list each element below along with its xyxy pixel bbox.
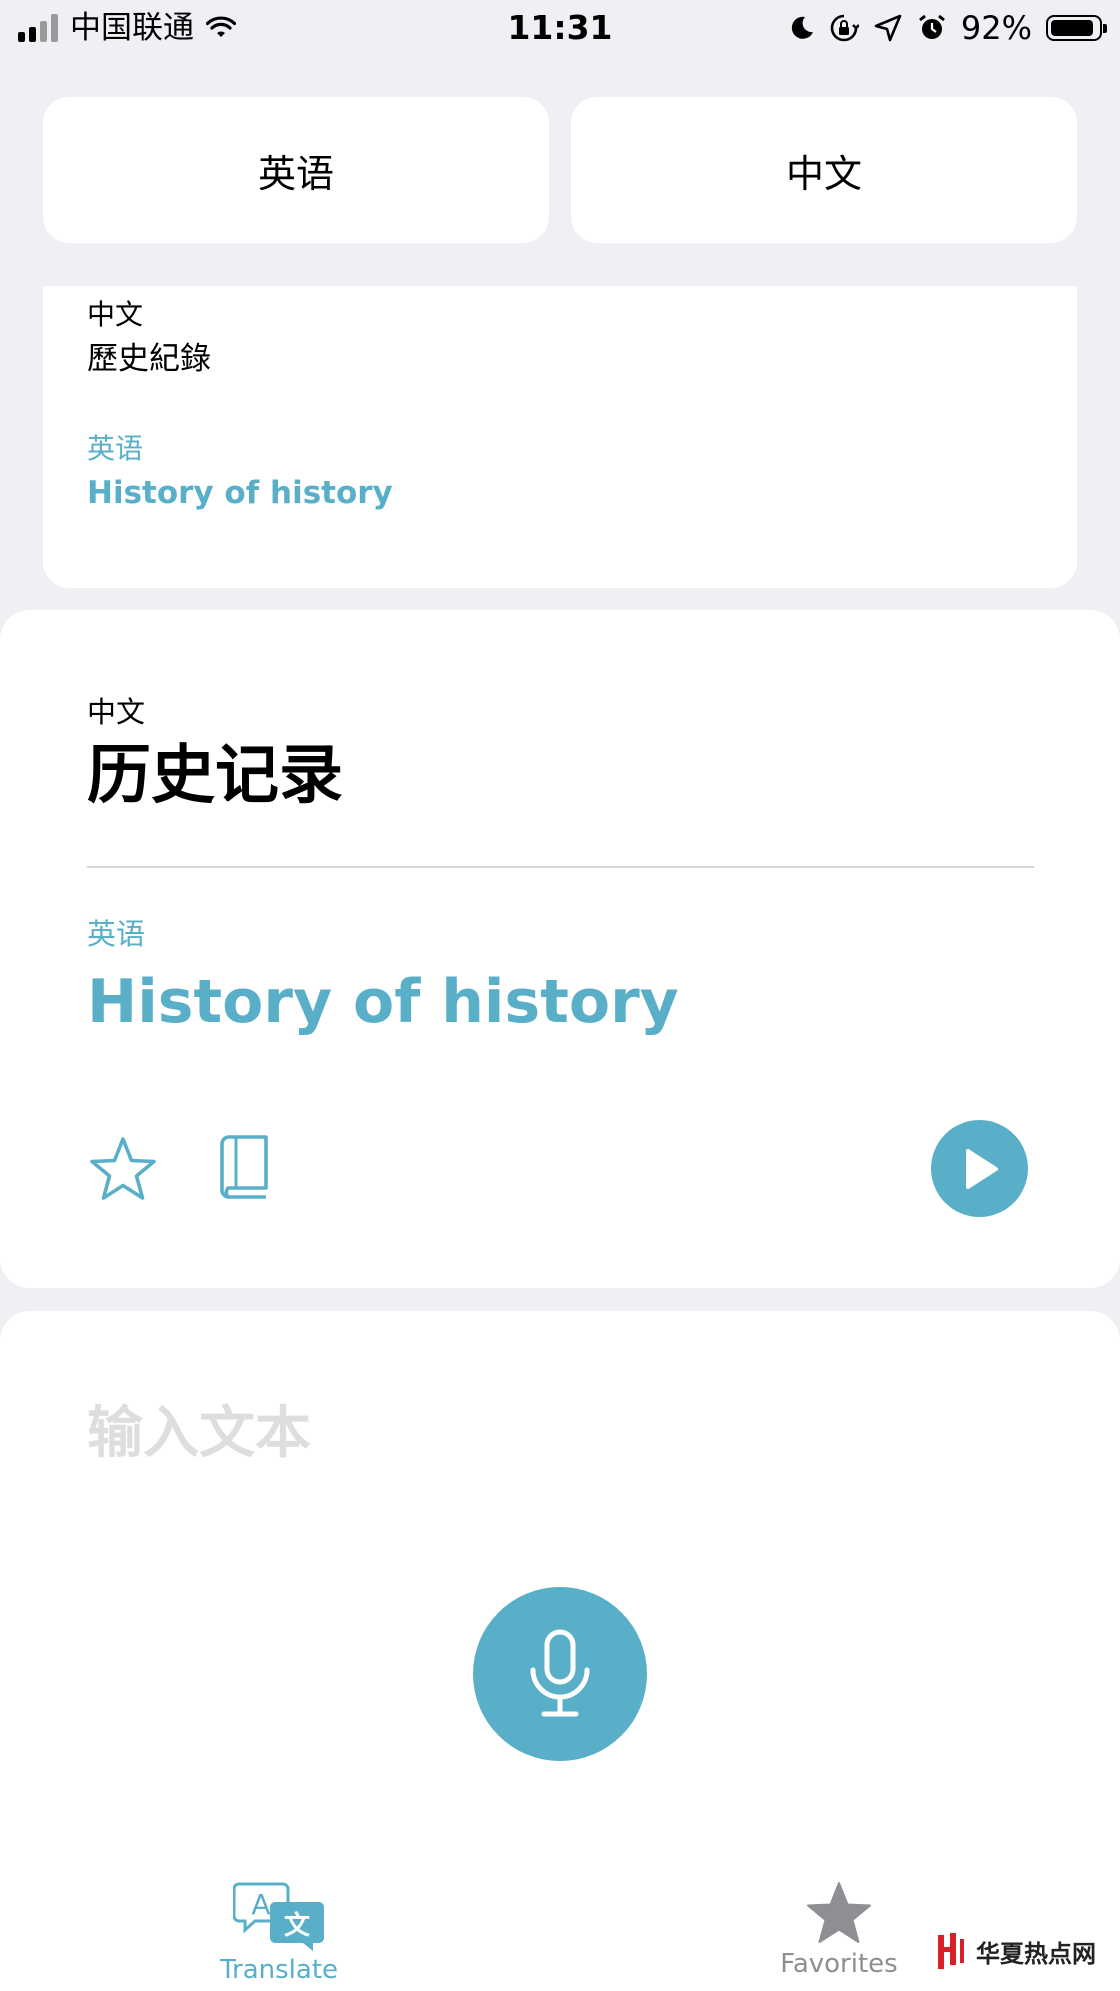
battery-icon: [1046, 15, 1107, 41]
moon-icon: [791, 16, 813, 39]
text-input[interactable]: [87, 1393, 1027, 1473]
result-target-label: 英语: [87, 917, 146, 951]
play-audio-button[interactable]: [931, 1120, 1028, 1217]
target-language-button[interactable]: 中文: [571, 97, 1077, 243]
microphone-button[interactable]: [473, 1587, 647, 1761]
tab-translate-label: Translate: [219, 1955, 339, 1985]
tab-translate[interactable]: A 文 Translate: [179, 1880, 379, 1988]
svg-text:文: 文: [284, 1910, 311, 1941]
history-item[interactable]: 中文 歷史紀錄 英语 History of history: [43, 286, 1077, 588]
history-target-label: 英语: [87, 432, 144, 465]
favorite-star-button[interactable]: [88, 1136, 158, 1206]
star-filled-icon: [807, 1882, 871, 1943]
microphone-icon: [530, 1629, 590, 1717]
result-target-text: History of history: [87, 967, 679, 1037]
result-source-text: 历史记录: [87, 739, 343, 813]
svg-text:A: A: [251, 1888, 270, 1921]
divider: [87, 866, 1034, 868]
history-target-text: History of history: [87, 475, 393, 511]
status-bar: 中国联通 11:31 92%: [0, 0, 1120, 58]
tab-favorites-label: Favorites: [780, 1949, 898, 1979]
tab-favorites[interactable]: Favorites: [739, 1880, 939, 1988]
source-language-button[interactable]: 英语: [43, 97, 549, 243]
star-icon: [90, 1137, 156, 1200]
history-source-text: 歷史紀錄: [87, 341, 211, 377]
alarm-icon: [918, 14, 945, 39]
watermark-logo-icon: [938, 1933, 964, 1969]
dictionary-book-icon: [220, 1135, 268, 1199]
watermark: 华夏热点网: [936, 1926, 1096, 1976]
translate-icon: A 文: [233, 1882, 324, 1951]
history-source-label: 中文: [87, 298, 144, 331]
battery-percent: 92%: [960, 9, 1032, 47]
rotation-lock-icon: [830, 14, 859, 42]
result-source-label: 中文: [87, 695, 146, 729]
play-icon: [965, 1148, 998, 1189]
status-right: 92%: [785, 8, 1107, 48]
battery-level-fill: [1051, 20, 1094, 36]
dictionary-button[interactable]: [218, 1134, 270, 1204]
watermark-text: 华夏热点网: [976, 1938, 1096, 1968]
location-icon: [874, 14, 902, 42]
